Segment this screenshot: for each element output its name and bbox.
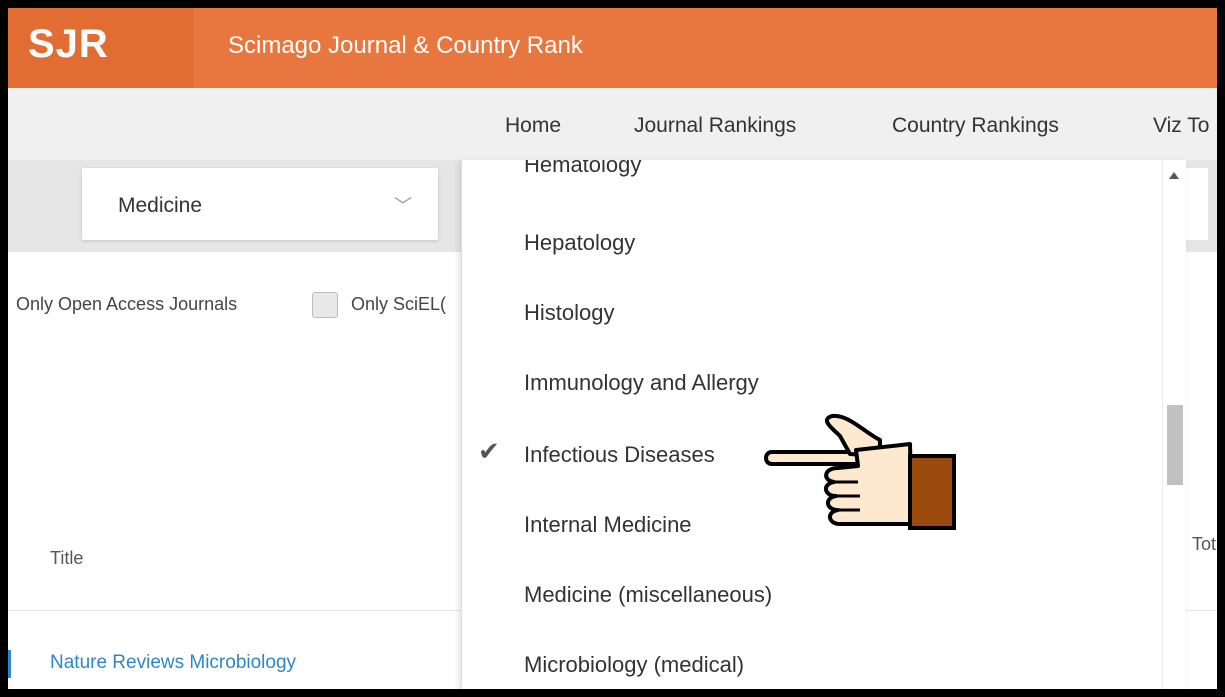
dropdown-scrollbar[interactable] bbox=[1162, 160, 1186, 689]
dropdown-item[interactable]: Hepatology bbox=[524, 230, 635, 256]
open-access-label[interactable]: Only Open Access Journals bbox=[16, 294, 237, 315]
nav-viz-tools[interactable]: Viz To bbox=[1153, 114, 1209, 138]
nav-journal-rankings[interactable]: Journal Rankings bbox=[634, 114, 796, 138]
scroll-up-arrow-icon[interactable] bbox=[1169, 172, 1179, 179]
site-logo[interactable]: SJR bbox=[28, 22, 109, 67]
journal-link[interactable]: Nature Reviews Microbiology bbox=[50, 652, 296, 674]
dropdown-item[interactable]: Microbiology (medical) bbox=[524, 652, 744, 678]
dropdown-item-selected[interactable]: Infectious Diseases bbox=[524, 442, 715, 468]
chevron-down-icon[interactable]: ﹀ bbox=[394, 192, 412, 218]
scielo-label[interactable]: Only SciEL( bbox=[351, 294, 446, 315]
site-name[interactable]: Scimago Journal & Country Rank bbox=[228, 32, 583, 60]
checkmark-icon: ✔ bbox=[478, 436, 500, 466]
subject-area-select[interactable]: Medicine ﹀ bbox=[82, 168, 438, 240]
subject-area-value: Medicine bbox=[118, 194, 203, 217]
filter-right-edge bbox=[1184, 168, 1208, 240]
nav-home[interactable]: Home bbox=[505, 114, 561, 138]
pointing-hand-icon bbox=[764, 413, 956, 530]
app-frame: SJR Scimago Journal & Country Rank Home … bbox=[8, 8, 1217, 689]
dropdown-item[interactable]: Histology bbox=[524, 300, 614, 326]
site-header: SJR Scimago Journal & Country Rank bbox=[8, 8, 1217, 88]
main-nav: Home Journal Rankings Country Rankings V… bbox=[8, 88, 1217, 163]
row-marker bbox=[8, 650, 11, 678]
nav-country-rankings[interactable]: Country Rankings bbox=[892, 114, 1059, 138]
dropdown-item[interactable]: Internal Medicine bbox=[524, 512, 692, 538]
dropdown-item-partial[interactable]: Hematology bbox=[524, 160, 641, 178]
scielo-checkbox[interactable] bbox=[312, 292, 338, 318]
column-header-title[interactable]: Title bbox=[50, 548, 83, 569]
scroll-thumb[interactable] bbox=[1167, 405, 1183, 485]
column-header-total[interactable]: Tot bbox=[1192, 534, 1216, 555]
dropdown-item[interactable]: Immunology and Allergy bbox=[524, 370, 759, 396]
dropdown-item[interactable]: Medicine (miscellaneous) bbox=[524, 582, 772, 608]
logo-box[interactable]: SJR bbox=[8, 8, 193, 88]
